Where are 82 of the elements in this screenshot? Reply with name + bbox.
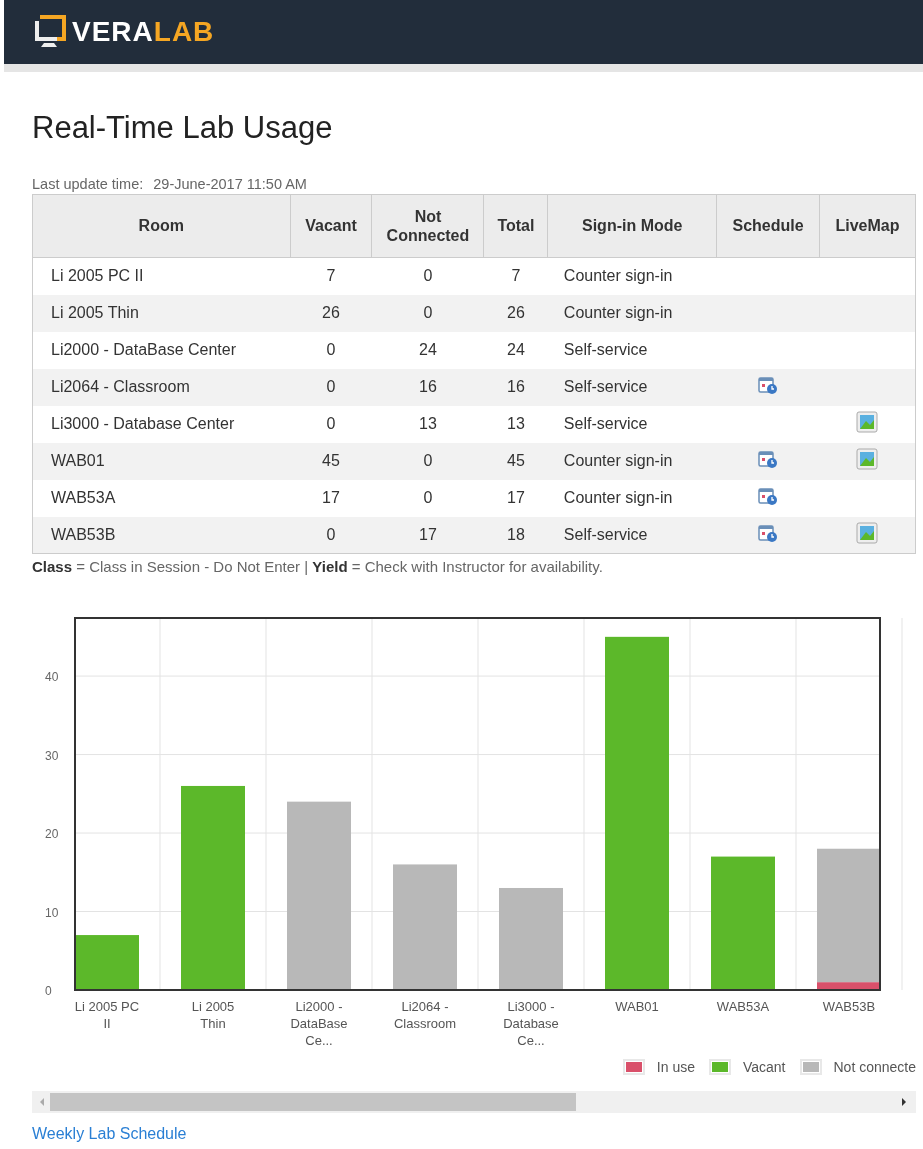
y-tick-label: 10 bbox=[45, 905, 59, 920]
x-axis-label: WAB53B bbox=[822, 999, 876, 1014]
calendar-clock-icon[interactable] bbox=[758, 449, 779, 469]
logo-text: VERALAB bbox=[72, 16, 215, 48]
x-axis-label: Li3000 - Database Ce... bbox=[503, 999, 559, 1048]
not-connected-cell: 0 bbox=[372, 294, 484, 332]
total-cell: 7 bbox=[483, 257, 548, 295]
picture-icon[interactable] bbox=[856, 411, 879, 433]
vacant-cell: 26 bbox=[290, 294, 372, 332]
total-cell: 17 bbox=[483, 479, 548, 517]
room-cell: Li3000 - Database Center bbox=[32, 405, 291, 443]
y-tick-label: 0 bbox=[45, 984, 52, 998]
room-cell: Li2064 - Classroom bbox=[32, 368, 291, 406]
column-header: Room bbox=[32, 194, 291, 258]
total-cell: 24 bbox=[483, 331, 548, 369]
monitor-logo-icon bbox=[34, 15, 66, 49]
sign-in-mode-cell: Self-service bbox=[547, 331, 717, 369]
vacant-cell: 0 bbox=[290, 405, 372, 443]
last-update-label: Last update time: bbox=[32, 176, 144, 192]
room-cell: WAB01 bbox=[32, 442, 291, 480]
x-axis-label: WAB53A bbox=[716, 999, 770, 1014]
calendar-clock-icon[interactable] bbox=[758, 375, 779, 395]
total-cell: 26 bbox=[483, 294, 548, 332]
legend-label[interactable]: Vacant bbox=[742, 1059, 786, 1075]
x-axis-label: Li 2005 Thin bbox=[191, 999, 235, 1031]
right-arrow-icon[interactable] bbox=[900, 1097, 908, 1107]
calendar-clock-icon[interactable] bbox=[758, 486, 779, 506]
column-header: Vacant bbox=[290, 194, 372, 258]
column-header: Total bbox=[483, 194, 548, 258]
sign-in-mode-cell: Counter sign-in bbox=[547, 294, 717, 332]
sign-in-mode-cell: Self-service bbox=[547, 516, 717, 554]
column-header: Schedule bbox=[716, 194, 820, 258]
picture-icon[interactable] bbox=[856, 521, 879, 544]
sign-in-mode-cell: Self-service bbox=[547, 368, 717, 406]
legend-note: Class = Class in Session - Do Not Enter | Yield = Check with Instructor for availability. bbox=[32, 558, 604, 575]
vacant-cell: 7 bbox=[290, 257, 372, 295]
not-connected-cell: 0 bbox=[372, 257, 484, 295]
x-axis-label: Li2000 - DataBase Ce... bbox=[290, 999, 348, 1048]
horizontal-scrollbar[interactable] bbox=[32, 1091, 916, 1113]
not-connected-cell: 0 bbox=[372, 442, 484, 480]
sign-in-mode-cell: Self-service bbox=[547, 405, 717, 443]
x-axis-label: WAB01 bbox=[615, 999, 659, 1014]
not-connected-cell: 17 bbox=[372, 516, 484, 554]
y-tick-label: 40 bbox=[45, 670, 59, 685]
total-cell: 16 bbox=[483, 368, 548, 406]
room-cell: WAB53A bbox=[32, 479, 291, 517]
y-tick-label: 20 bbox=[45, 827, 59, 842]
legend-label[interactable]: In use bbox=[656, 1059, 695, 1075]
vacant-cell: 0 bbox=[290, 516, 372, 554]
calendar-clock-icon[interactable] bbox=[758, 522, 779, 543]
page-title: Real-Time Lab Usage bbox=[32, 110, 334, 146]
column-header: Not Connected bbox=[372, 194, 484, 258]
vacant-cell: 0 bbox=[290, 331, 372, 369]
column-header: LiveMap bbox=[819, 194, 916, 258]
room-cell: Li 2005 Thin bbox=[32, 294, 291, 332]
total-cell: 45 bbox=[483, 442, 548, 480]
sign-in-mode-cell: Counter sign-in bbox=[547, 479, 717, 517]
sign-in-mode-cell: Counter sign-in bbox=[547, 442, 717, 480]
column-header: Sign-in Mode bbox=[547, 194, 717, 258]
legend-label[interactable]: Not connecte bbox=[833, 1059, 916, 1075]
not-connected-cell: 24 bbox=[372, 331, 484, 369]
picture-icon[interactable] bbox=[856, 448, 879, 470]
total-cell: 13 bbox=[483, 405, 548, 443]
total-cell: 18 bbox=[483, 516, 548, 554]
scrollbar-thumb[interactable] bbox=[50, 1093, 576, 1111]
x-axis-label: Li2064 - Classroom bbox=[393, 999, 457, 1031]
vacant-cell: 0 bbox=[290, 368, 372, 406]
left-arrow-icon[interactable] bbox=[38, 1097, 46, 1107]
not-connected-cell: 16 bbox=[372, 368, 484, 406]
not-connected-cell: 0 bbox=[372, 479, 484, 517]
room-cell: Li2000 - DataBase Center bbox=[32, 331, 291, 369]
bar bbox=[75, 935, 139, 990]
vacant-cell: 17 bbox=[290, 479, 372, 517]
sign-in-mode-cell: Counter sign-in bbox=[547, 257, 717, 295]
room-cell: Li 2005 PC II bbox=[32, 257, 291, 295]
y-tick-label: 30 bbox=[45, 748, 59, 763]
vacant-cell: 45 bbox=[290, 442, 372, 480]
not-connected-cell: 13 bbox=[372, 405, 484, 443]
last-update-value: 29-June-2017 11:50 AM bbox=[153, 176, 307, 192]
x-axis-label: Li 2005 PC II bbox=[74, 999, 140, 1031]
room-cell: WAB53B bbox=[32, 516, 291, 554]
weekly-schedule-link[interactable]: Weekly Lab Schedule bbox=[32, 1125, 187, 1143]
